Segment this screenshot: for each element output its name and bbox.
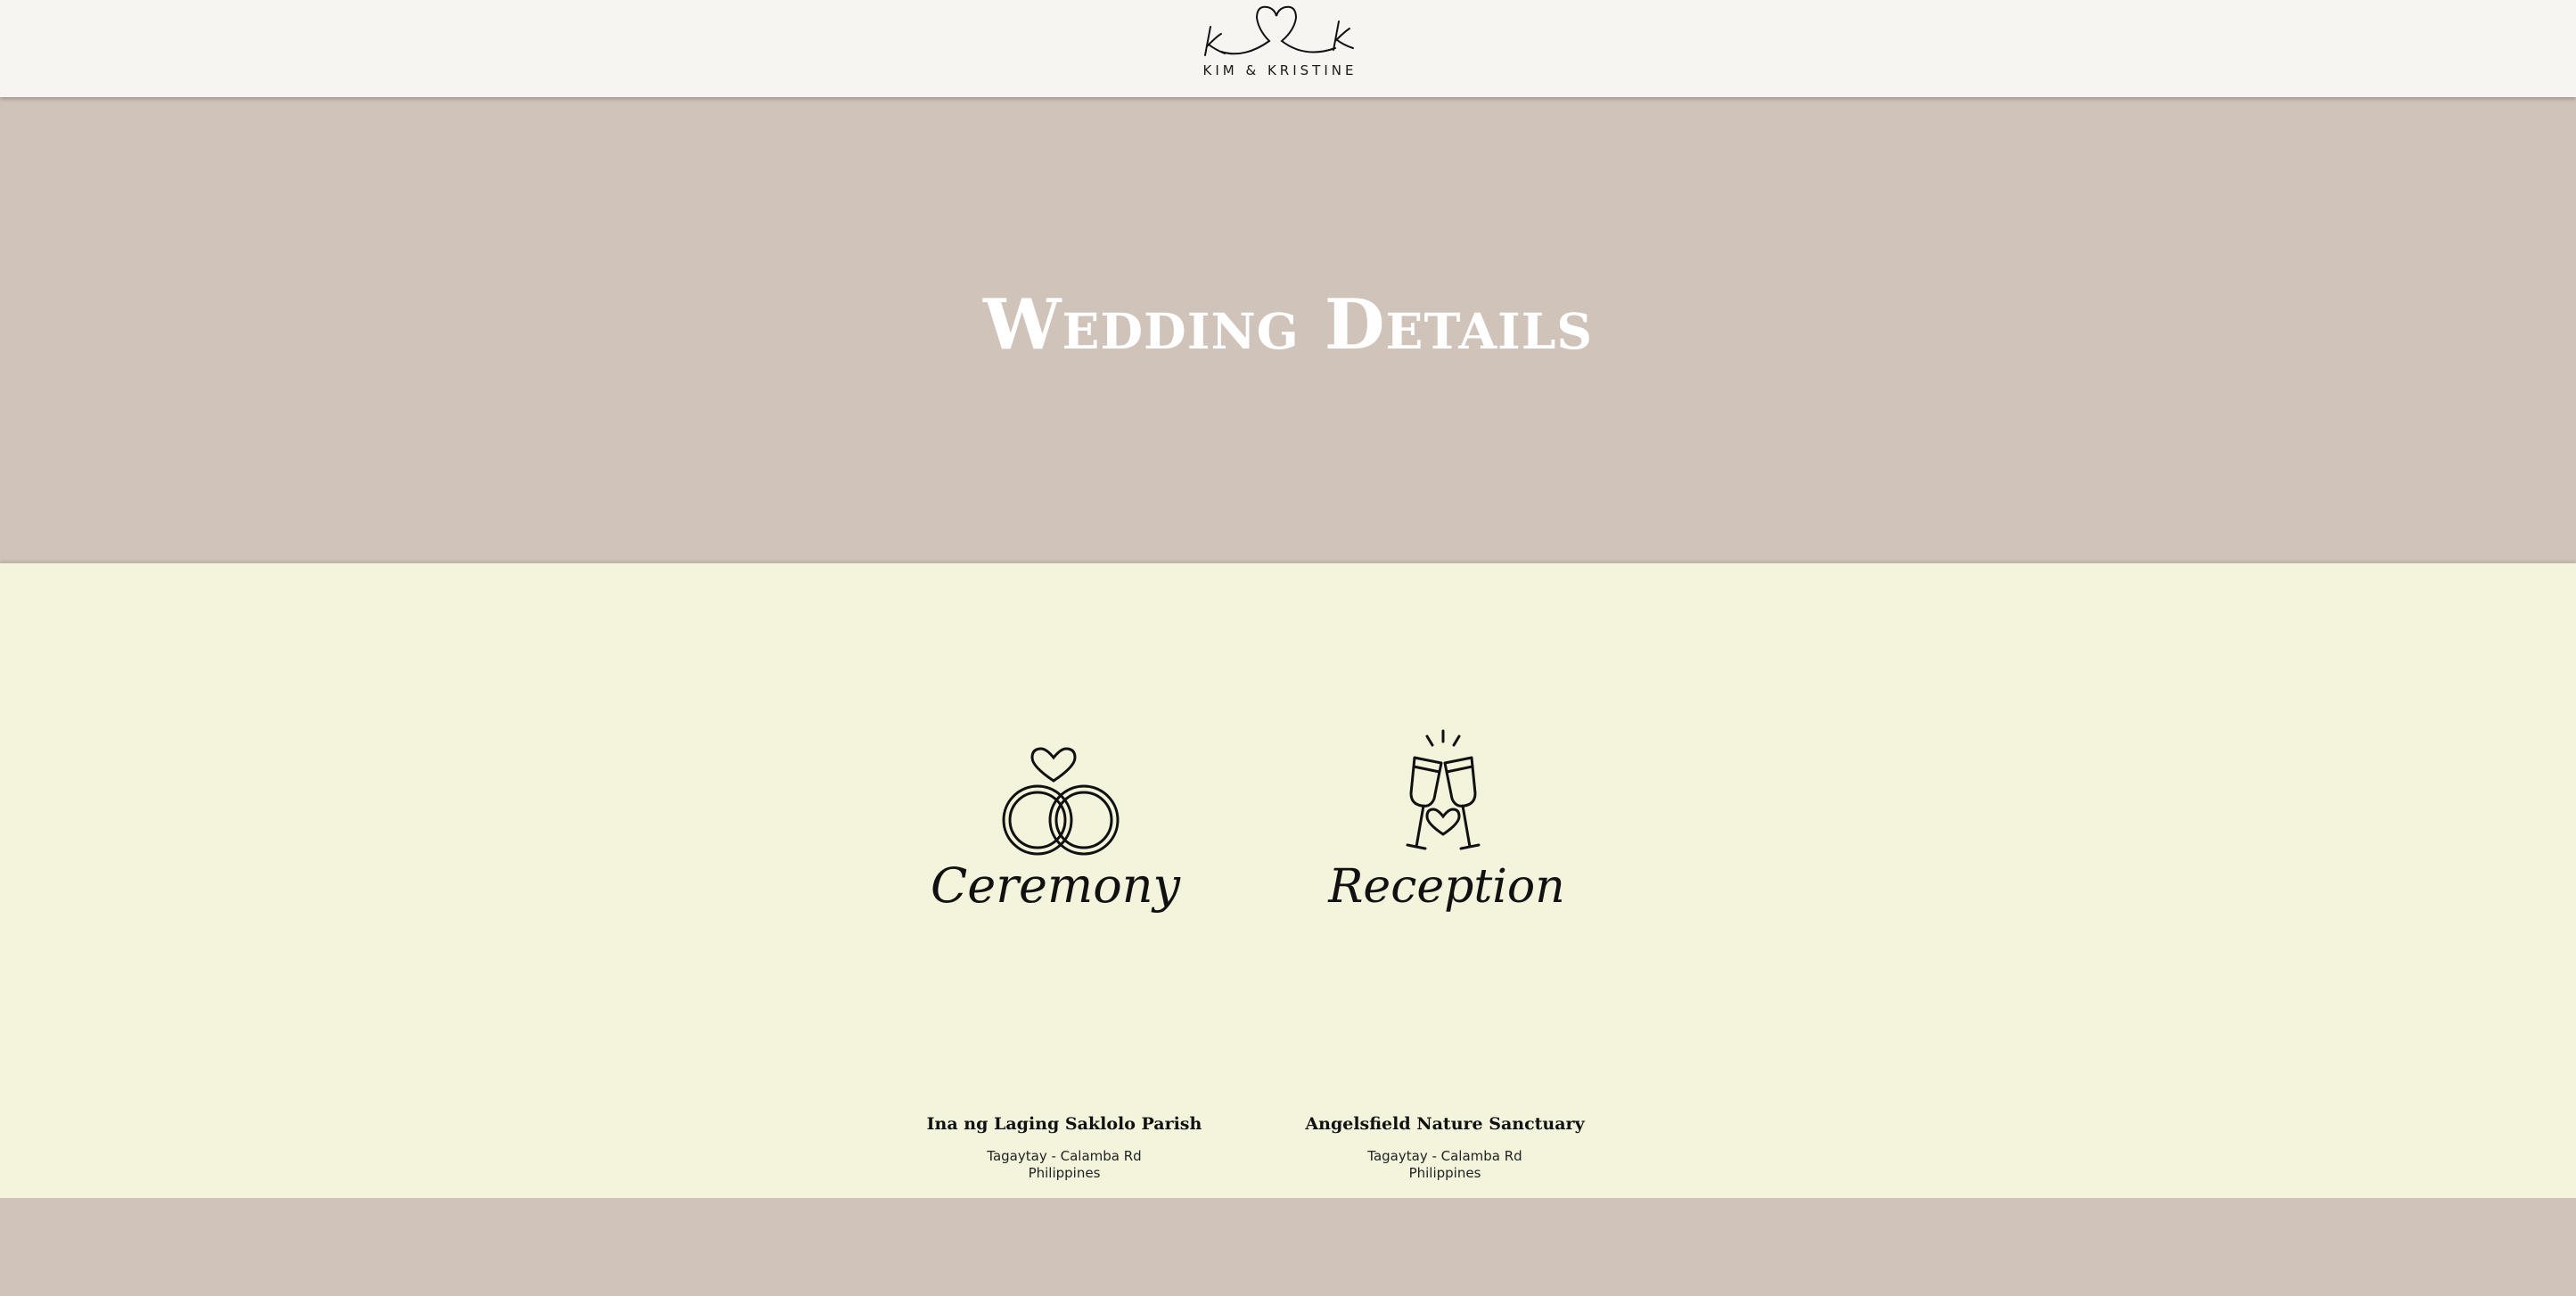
ceremony-address-line1: Tagaytay - Calamba Rd [987,1148,1142,1164]
heart-monogram-icon [1204,5,1354,56]
reception-card: Reception Angelsfield Nature Sanctuary T… [1293,724,1596,1187]
reception-address-line1: Tagaytay - Calamba Rd [1367,1148,1522,1164]
site-header: KIM & KRISTINE [0,0,2576,97]
hero-section: Wedding Details [0,97,2576,563]
ceremony-venue: Ina ng Laging Saklolo Parish [926,1114,1202,1134]
svg-text:Reception: Reception [1327,860,1564,914]
site-logo[interactable]: KIM & KRISTINE [1200,0,1360,89]
champagne-toast-icon: Reception [1327,729,1565,914]
ceremony-card: Ceremony Ina ng Laging Saklolo Parish Ta… [913,724,1216,1187]
svg-text:Ceremony: Ceremony [931,857,1182,914]
ceremony-address-line2: Philippines [1028,1165,1101,1181]
reception-venue: Angelsfield Nature Sanctuary [1305,1114,1585,1134]
reception-address-line2: Philippines [1408,1165,1481,1181]
wedding-rings-icon: Ceremony [931,747,1182,914]
event-details-section: Ceremony Ina ng Laging Saklolo Parish Ta… [0,563,2576,1198]
footer-section [0,1198,2576,1296]
logo-text: KIM & KRISTINE [1202,62,1358,78]
page-title: Wedding Details [982,284,1594,365]
